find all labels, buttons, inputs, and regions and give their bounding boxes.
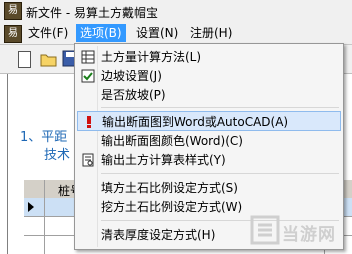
exclamation-icon: [82, 115, 96, 129]
grid-column-divider: [44, 180, 45, 254]
menu-bar: 易 文件(F) 选项(B) 设置(N) 注册(H): [0, 22, 352, 45]
menu-item-table-style[interactable]: 输出土方计算表样式(Y): [77, 150, 341, 170]
menu-item-export-section-drawing[interactable]: 输出断面图到Word或AutoCAD(A): [77, 111, 341, 131]
menu-separator: [101, 173, 339, 174]
window-title: 新文件 - 易算土方戴帽宝: [26, 6, 158, 20]
row-selector-icon: [28, 202, 34, 212]
document-text-line1: 1、平距: [20, 130, 68, 145]
menu-options[interactable]: 选项(B): [76, 24, 126, 42]
new-file-icon[interactable]: [18, 51, 31, 68]
menu-settings[interactable]: 设置(N): [132, 24, 182, 42]
document-divider: [7, 74, 8, 254]
menu-register[interactable]: 注册(H): [186, 24, 236, 42]
open-folder-icon[interactable]: [40, 50, 58, 68]
menu-item-fill-ratio[interactable]: 填方土石比例设定方式(S): [77, 178, 341, 198]
document-text-line2: 技术: [44, 148, 71, 163]
table-icon: [81, 50, 95, 64]
menu-separator: [101, 107, 339, 108]
document-icon: [81, 153, 95, 167]
app-menu-icon[interactable]: 易: [4, 25, 22, 43]
menu-item-slope-settings[interactable]: 边坡设置(J): [77, 66, 341, 86]
window-title-bar: 易 新文件 - 易算土方戴帽宝: [0, 0, 352, 22]
watermark-text: 当游网: [282, 225, 336, 245]
app-icon: 易: [4, 2, 22, 20]
menu-item-allow-slope[interactable]: 是否放坡(P): [77, 85, 341, 105]
menu-file[interactable]: 文件(F): [24, 24, 72, 42]
watermark: 当游网: [248, 212, 348, 248]
menu-item-earthwork-method[interactable]: 土方量计算方法(L): [77, 47, 341, 67]
watermark-logo-icon: [250, 215, 280, 245]
menu-item-section-color[interactable]: 输出断面图颜色(Word)(C): [77, 131, 341, 151]
checkbox-icon: [81, 69, 95, 83]
